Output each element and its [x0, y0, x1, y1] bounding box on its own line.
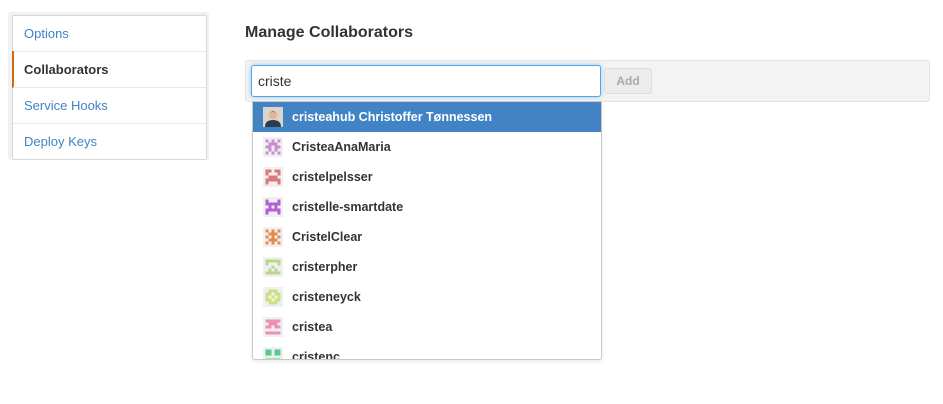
autocomplete-item[interactable]: cristenc — [253, 342, 601, 360]
add-button[interactable]: Add — [604, 68, 652, 94]
autocomplete-item-label: CristelClear — [292, 230, 363, 244]
autocomplete-item[interactable]: cristea — [253, 312, 601, 342]
add-collaborator-bar: Add — [245, 60, 930, 102]
autocomplete-item[interactable]: CristeaAnaMaria — [253, 132, 601, 162]
collaborator-search-input[interactable] — [251, 65, 601, 97]
autocomplete-item[interactable]: cristeneyck — [253, 282, 601, 312]
autocomplete-item-label: cristelle-smartdate — [292, 200, 404, 214]
autocomplete-item-label: cristeahub Christoffer Tønnessen — [292, 110, 493, 124]
autocomplete-item-label: cristerpher — [292, 260, 358, 274]
identicon-avatar — [263, 227, 283, 247]
autocomplete-item[interactable]: CristelClear — [253, 222, 601, 252]
sidebar-item-options[interactable]: Options — [13, 16, 206, 51]
identicon-avatar — [263, 167, 283, 187]
identicon-avatar — [263, 347, 283, 359]
sidebar: Options Collaborators Service Hooks Depl… — [8, 12, 209, 160]
user-photo-avatar — [263, 107, 283, 127]
identicon-avatar — [263, 137, 283, 157]
autocomplete-item-label: CristeaAnaMaria — [292, 140, 391, 154]
autocomplete-item[interactable]: cristelpelsser — [253, 162, 601, 192]
autocomplete-item[interactable]: cristeahub Christoffer Tønnessen — [253, 102, 601, 132]
sidebar-item-service-hooks[interactable]: Service Hooks — [13, 87, 206, 123]
identicon-avatar — [263, 257, 283, 277]
identicon-avatar — [263, 287, 283, 307]
autocomplete-item[interactable]: cristelle-smartdate — [253, 192, 601, 222]
identicon-avatar — [263, 197, 283, 217]
sidebar-item-deploy-keys[interactable]: Deploy Keys — [13, 123, 206, 159]
autocomplete-item[interactable]: cristerpher — [253, 252, 601, 282]
autocomplete-item-label: cristea — [292, 320, 333, 334]
identicon-avatar — [263, 317, 283, 337]
sidebar-item-collaborators[interactable]: Collaborators — [12, 51, 206, 88]
autocomplete-dropdown: cristeahub Christoffer Tønnessen Cristea… — [252, 101, 602, 360]
autocomplete-item-label: cristenc — [292, 350, 340, 360]
autocomplete-item-label: cristelpelsser — [292, 170, 373, 184]
sidebar-menu: Options Collaborators Service Hooks Depl… — [12, 15, 207, 160]
page-title: Manage Collaborators — [245, 24, 414, 41]
autocomplete-item-label: cristeneyck — [292, 290, 361, 304]
